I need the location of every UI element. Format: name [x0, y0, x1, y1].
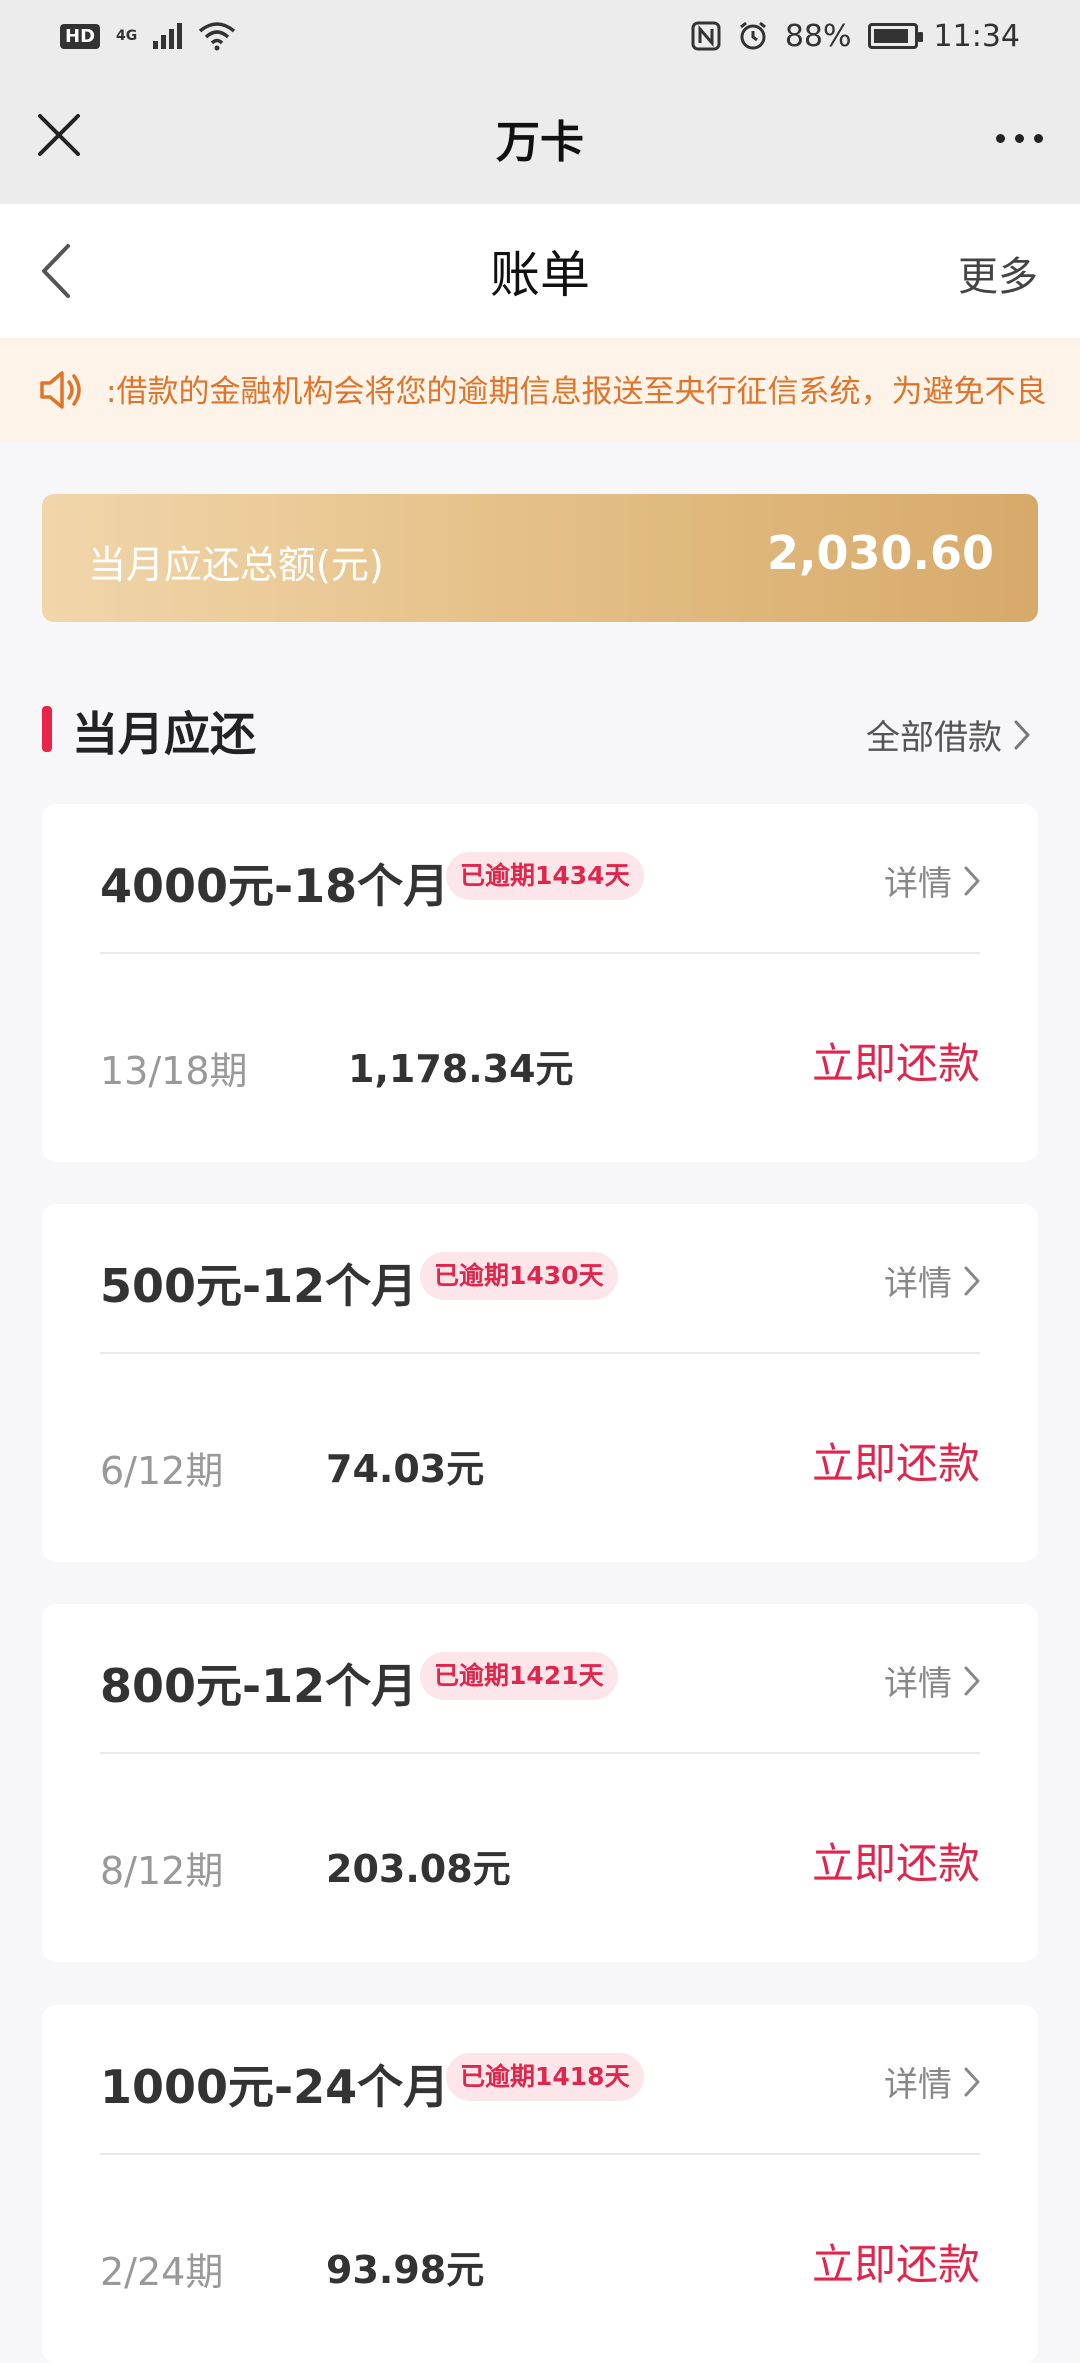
chevron-right-icon: [964, 866, 980, 895]
installment-period: 6/12期: [100, 1449, 224, 1493]
repay-now-button[interactable]: 立即还款: [812, 1430, 980, 1491]
loan-card: 4000元-18个月 已逾期1434天 详情 13/18期 1,178.34元 …: [42, 804, 1038, 1162]
alarm-icon: [739, 21, 766, 50]
more-button[interactable]: 更多: [958, 244, 1038, 302]
loan-card: 800元-12个月 已逾期1421天 详情 8/12期 203.08元 立即还款: [42, 1604, 1038, 1962]
signal-icon: [153, 23, 183, 49]
hd-icon: HD: [60, 23, 101, 49]
battery-percent: 88%: [784, 18, 852, 54]
page-title: 账单: [490, 246, 590, 304]
detail-link[interactable]: 详情: [884, 1256, 982, 1305]
card-divider: [100, 2153, 980, 2155]
loan-title: 1000元-24个月: [100, 2060, 450, 2114]
loan-title: 800元-12个月: [100, 1659, 418, 1713]
all-loans-label: 全部借款: [866, 718, 1002, 758]
section-title: 当月应还: [72, 707, 256, 761]
repay-now-button[interactable]: 立即还款: [812, 1030, 980, 1091]
speaker-icon: [40, 371, 81, 409]
installment-amount: 1,178.34元: [348, 1047, 574, 1091]
installment-period: 13/18期: [100, 1049, 248, 1093]
notice-banner[interactable]: :借款的金融机构会将您的逾期信息报送至央行征信系统，为避免不良: [0, 338, 1080, 442]
status-right: 88% 11:34: [691, 19, 1020, 54]
detail-label: 详情: [884, 1264, 952, 1304]
status-left: HD 4G: [60, 21, 236, 51]
close-icon[interactable]: [32, 108, 92, 168]
monthly-total-label: 当月应还总额(元): [88, 543, 384, 587]
installment-period: 8/12期: [100, 1849, 224, 1893]
chevron-right-icon: [964, 1666, 980, 1695]
installment-period: 2/24期: [100, 2250, 224, 2294]
overdue-badge: 已逾期1421天: [420, 1652, 618, 1700]
monthly-total-amount: 2,030.60: [767, 526, 994, 580]
detail-label: 详情: [884, 1664, 952, 1704]
loan-title: 4000元-18个月: [100, 859, 450, 913]
overdue-badge: 已逾期1418天: [446, 2053, 644, 2101]
network-type-label: 4G: [116, 28, 138, 44]
all-loans-link[interactable]: 全部借款: [866, 710, 1032, 759]
repay-now-button[interactable]: 立即还款: [812, 1830, 980, 1891]
installment-amount: 93.98元: [326, 2248, 485, 2292]
section-header: 当月应还 全部借款: [42, 698, 1038, 761]
chevron-right-icon: [964, 1266, 980, 1295]
nfc-icon: [691, 21, 721, 51]
loan-card: 500元-12个月 已逾期1430天 详情 6/12期 74.03元 立即还款: [42, 1204, 1038, 1562]
mini-program-header: 万卡: [0, 72, 1080, 204]
chevron-right-icon: [964, 2067, 980, 2096]
detail-link[interactable]: 详情: [884, 856, 982, 905]
chevron-right-icon: [1014, 720, 1030, 749]
notice-text: :借款的金融机构会将您的逾期信息报送至央行征信系统，为避免不良: [106, 374, 1047, 410]
loan-title: 500元-12个月: [100, 1259, 418, 1313]
more-options-icon[interactable]: [984, 108, 1054, 168]
installment-amount: 74.03元: [326, 1447, 485, 1491]
wifi-icon: [199, 22, 236, 51]
page-header: 账单 更多: [0, 204, 1080, 338]
section-accent-bar: [42, 706, 52, 752]
mini-program-title: 万卡: [496, 117, 584, 168]
detail-label: 详情: [884, 2065, 952, 2105]
card-divider: [100, 1752, 980, 1754]
card-divider: [100, 952, 980, 954]
detail-link[interactable]: 详情: [884, 1656, 982, 1705]
overdue-badge: 已逾期1434天: [446, 852, 644, 900]
card-divider: [100, 1352, 980, 1354]
overdue-badge: 已逾期1430天: [420, 1252, 618, 1300]
repay-now-button[interactable]: 立即还款: [812, 2231, 980, 2292]
detail-link[interactable]: 详情: [884, 2057, 982, 2106]
battery-icon: [867, 23, 923, 49]
status-bar: HD 4G 88% 11:34: [0, 0, 1080, 72]
installment-amount: 203.08元: [326, 1847, 511, 1891]
monthly-total-card: 当月应还总额(元) 2,030.60: [42, 494, 1038, 622]
clock-time: 11:34: [933, 18, 1020, 54]
back-icon[interactable]: [30, 238, 90, 304]
loan-card: 1000元-24个月 已逾期1418天 详情 2/24期 93.98元 立即还款: [42, 2005, 1038, 2363]
detail-label: 详情: [884, 864, 952, 904]
